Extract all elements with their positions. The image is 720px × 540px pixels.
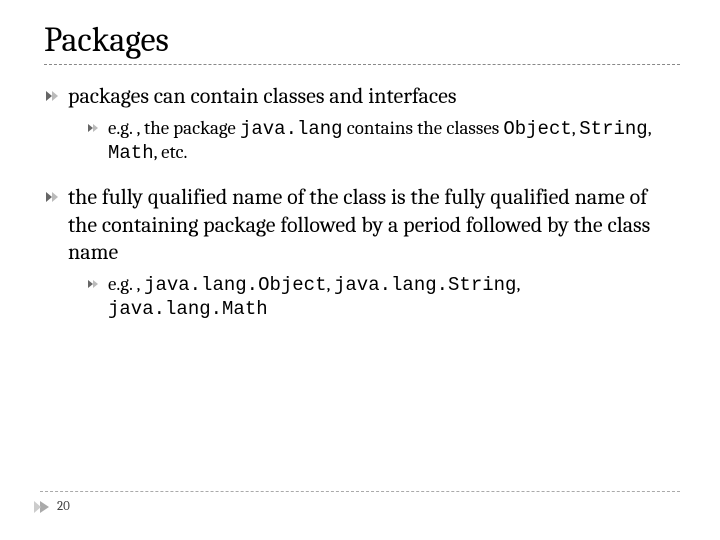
list-item: the fully qualified name of the class is… bbox=[46, 184, 680, 322]
list-item: packages can contain classes and interfa… bbox=[46, 83, 680, 166]
page-number: 20 bbox=[57, 499, 70, 514]
text-run: , bbox=[326, 273, 334, 295]
title-divider bbox=[44, 64, 680, 65]
text-run: , etc. bbox=[154, 141, 188, 163]
list-item: e.g. , java.lang.Object, java.lang.Strin… bbox=[88, 273, 680, 323]
footer: 20 bbox=[40, 499, 70, 514]
text-run: contains the classes bbox=[343, 117, 504, 139]
list-item: e.g. , the package java.lang contains th… bbox=[88, 117, 680, 167]
text-run: e.g. , bbox=[108, 273, 144, 295]
page-title: Packages bbox=[44, 20, 680, 60]
code-run: String bbox=[579, 118, 647, 140]
text-run: , bbox=[648, 117, 651, 139]
slide: Packages packages can contain classes an… bbox=[0, 0, 720, 540]
code-run: Math bbox=[108, 142, 154, 164]
text-run: e.g. , the package bbox=[108, 117, 240, 139]
footer-divider bbox=[40, 491, 680, 492]
bullet-list: packages can contain classes and interfa… bbox=[40, 83, 680, 322]
code-run: java.lang.Math bbox=[108, 298, 268, 320]
code-run: java.lang bbox=[240, 118, 343, 140]
bullet-text: packages can contain classes and interfa… bbox=[68, 83, 456, 109]
sub-list: e.g. , java.lang.Object, java.lang.Strin… bbox=[68, 273, 680, 323]
code-run: java.lang.Object bbox=[144, 274, 326, 296]
bullet-text: the fully qualified name of the class is… bbox=[68, 184, 650, 265]
sub-list: e.g. , the package java.lang contains th… bbox=[68, 117, 680, 167]
text-run: , bbox=[516, 273, 519, 295]
code-run: java.lang.String bbox=[334, 274, 516, 296]
code-run: Object bbox=[503, 118, 571, 140]
footer-marker-icon bbox=[40, 501, 49, 513]
